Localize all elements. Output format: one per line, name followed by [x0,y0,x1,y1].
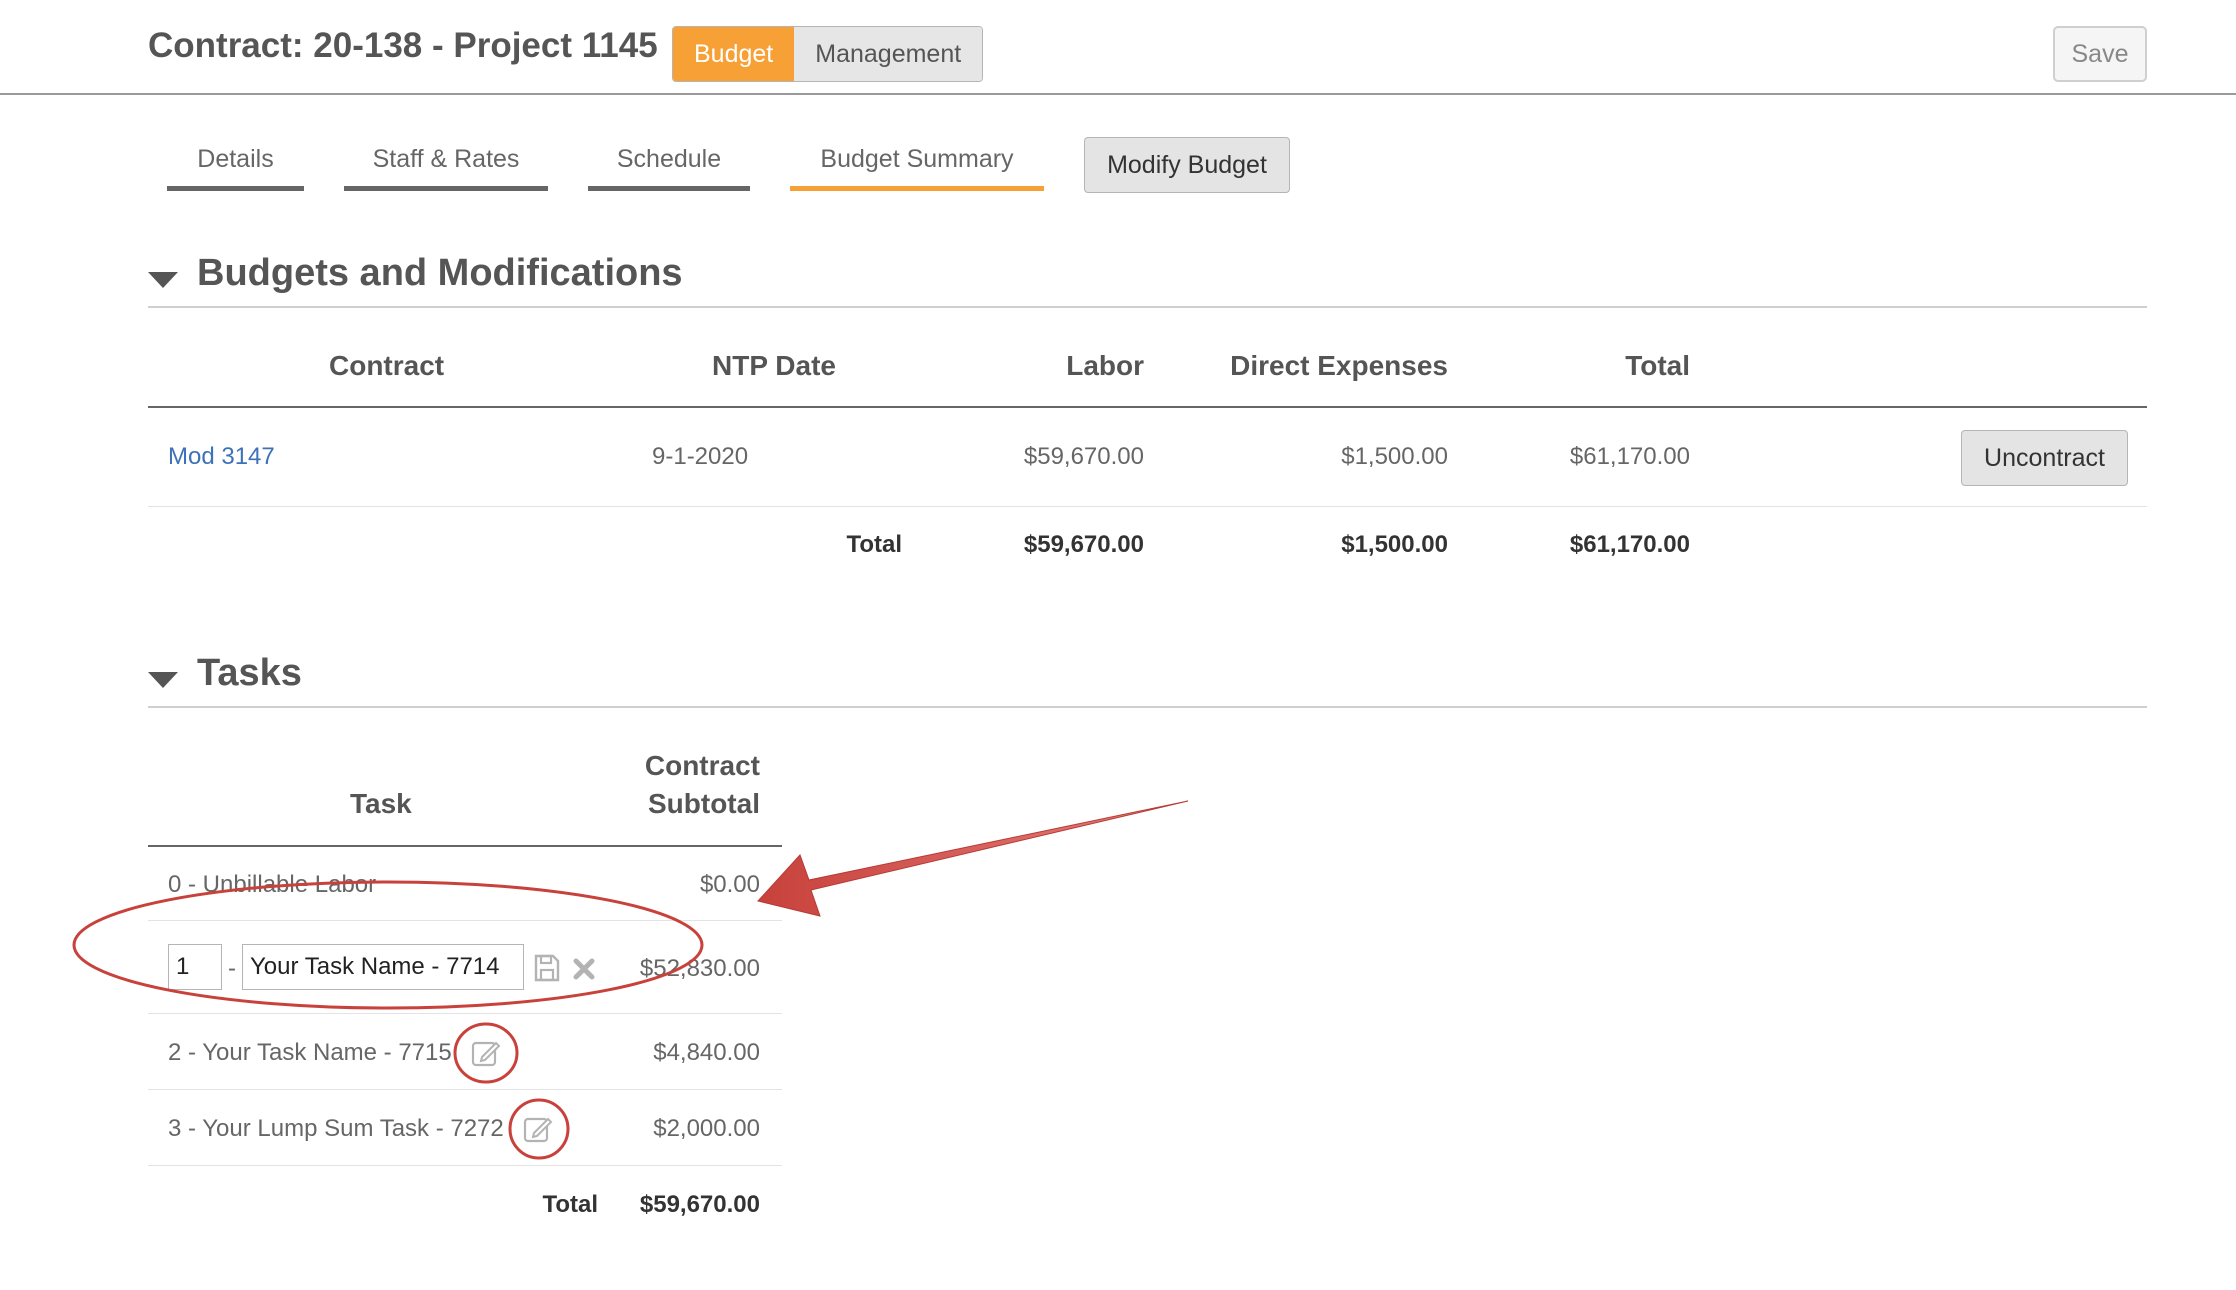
labor-value: $59,670.00 [1023,443,1144,470]
caret-down-icon[interactable] [148,272,178,288]
col-total: Total [1625,350,1690,381]
budget-toggle-button[interactable]: Budget [673,27,795,81]
ntp-date-value: 9-1-2020 [652,443,749,470]
top-header: Contract: 20-138 - Project 1145 Budget M… [0,0,2236,95]
col-direct-expenses: Direct Expenses [1230,350,1448,381]
tasks-section-header[interactable]: Tasks [148,650,2147,708]
task-row-divider [148,1013,782,1014]
floppy-disk-icon[interactable] [533,953,561,983]
save-button[interactable]: Save [2053,26,2147,82]
task-row-divider [148,1165,782,1166]
direct-expenses-value: $1,500.00 [1341,443,1448,470]
task-row-divider [148,920,782,921]
task-row-subtotal: $2,000.00 [653,1115,760,1142]
task-row-subtotal: $4,840.00 [653,1039,760,1066]
col-contract: Contract [329,350,445,381]
col-contract-subtotal-line1: Contract [644,750,760,781]
task-name-input[interactable]: Your Task Name - 7714 [242,944,524,990]
tab-budget-summary[interactable]: Budget Summary [790,145,1044,191]
uncontract-button[interactable]: Uncontract [1961,430,2128,486]
task-row-label: 3 - Your Lump Sum Task - 7272 [168,1115,504,1142]
caret-down-icon[interactable] [148,672,178,688]
header-divider [148,406,2147,408]
annotation-arrow [757,800,1189,917]
col-task: Task [350,788,412,819]
tab-details[interactable]: Details [167,145,304,191]
management-toggle-button[interactable]: Management [794,27,983,81]
modify-budget-button[interactable]: Modify Budget [1084,137,1290,193]
task-number-separator: - [228,955,236,982]
view-toggle: Budget Management [672,26,984,82]
col-contract-subtotal-line2: Subtotal [648,788,760,819]
budgets-section-title: Budgets and Modifications [197,252,683,294]
task-row-label: 2 - Your Task Name - 7715 [168,1039,452,1066]
budget-total-label: Total [846,531,902,558]
tab-schedule[interactable]: Schedule [588,145,750,191]
task-number-input[interactable]: 1 [168,944,222,990]
budget-total-direct-expenses: $1,500.00 [1341,531,1448,558]
tasks-total-value: $59,670.00 [639,1191,760,1218]
task-row-divider [148,1089,782,1090]
task-row-label: 0 - Unbillable Labor [168,871,377,898]
edit-icon[interactable] [522,1113,554,1145]
task-row-subtotal: $52,830.00 [639,955,760,982]
budgets-section-header[interactable]: Budgets and Modifications [148,250,2147,308]
page-title: Contract: 20-138 - Project 1145 [148,26,658,65]
row-divider [148,506,2147,507]
task-row-subtotal: $0.00 [699,871,760,898]
edit-icon[interactable] [470,1037,502,1069]
tasks-section-title: Tasks [197,652,302,694]
total-value: $61,170.00 [1569,443,1690,470]
tab-staff-rates[interactable]: Staff & Rates [344,145,548,191]
col-labor: Labor [1066,350,1144,381]
budget-total-labor: $59,670.00 [1023,531,1144,558]
contract-link-mod-3147[interactable]: Mod 3147 [168,443,275,471]
budget-total-total: $61,170.00 [1569,531,1690,558]
col-ntp-date: NTP Date [712,350,836,381]
annotation-overlay [72,800,1189,1160]
tasks-header-divider [148,845,782,847]
